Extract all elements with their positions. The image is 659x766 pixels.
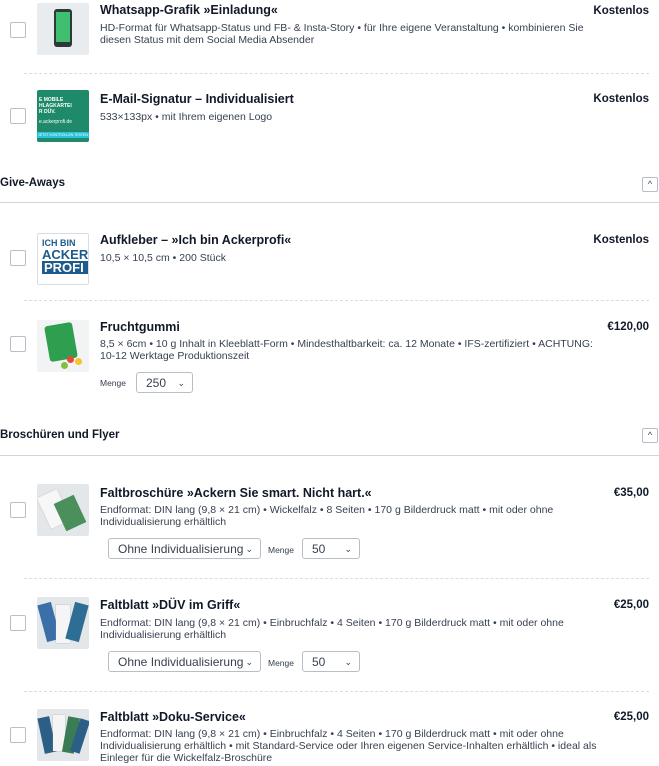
select-checkbox[interactable] — [10, 108, 26, 124]
thumb-text: PROFI — [42, 261, 88, 274]
product-thumbnail: E MOBILE HLAGKARTEI R DÜV. e.ackerprofi.… — [37, 90, 89, 142]
thumb-text: e.ackerprofi.de — [39, 119, 73, 125]
quantity-label: Menge — [268, 545, 294, 555]
chevron-down-icon: ⌄ — [344, 657, 352, 667]
chevron-down-icon: ⌄ — [245, 657, 253, 667]
product-description: Endformat: DIN lang (9,8 × 21 cm) • Einb… — [100, 728, 597, 764]
quantity-label: Menge — [268, 658, 294, 668]
section-title-give-aways: Give-Aways — [0, 177, 65, 189]
quantity-label: Menge — [100, 378, 126, 388]
product-description: 533×133px • mit Ihrem eigenen Logo — [100, 111, 273, 123]
select-checkbox[interactable] — [10, 336, 26, 352]
select-checkbox[interactable] — [10, 502, 26, 518]
quantity-select[interactable]: 50 ⌄ — [302, 538, 360, 559]
chevron-down-icon: ⌄ — [344, 544, 352, 554]
quantity-select[interactable]: 50 ⌄ — [302, 651, 360, 672]
product-title: Faltblatt »Doku-Service« — [100, 710, 246, 724]
product-price: Kostenlos — [593, 234, 649, 246]
thumb-banner: JETZT KONTROLLEN TESTEN — [37, 132, 89, 138]
product-price: Kostenlos — [593, 93, 649, 105]
product-description: Endformat: DIN lang (9,8 × 21 cm) • Einb… — [100, 617, 564, 641]
product-description: 8,5 × 6cm • 10 g Inhalt in Kleeblatt-For… — [100, 338, 593, 362]
item-divider — [24, 73, 649, 74]
product-thumbnail — [37, 597, 89, 649]
collapse-icon[interactable]: ^ — [642, 428, 658, 443]
thumb-text: R DÜV. — [39, 109, 56, 115]
quantity-value: 50 — [312, 655, 326, 669]
select-checkbox[interactable] — [10, 250, 26, 266]
product-title: Whatsapp-Grafik »Einladung« — [100, 3, 278, 17]
product-title: Faltblatt »DÜV im Griff« — [100, 598, 241, 612]
select-checkbox[interactable] — [10, 22, 26, 38]
individualisierung-select[interactable]: Ohne Individualisierung ⌄ — [108, 651, 261, 672]
product-title: Fruchtgummi — [100, 320, 180, 334]
product-thumbnail — [37, 709, 89, 761]
quantity-value: 50 — [312, 542, 326, 556]
phone-image — [54, 9, 72, 47]
quantity-value: 250 — [146, 376, 167, 390]
quantity-select[interactable]: 250 ⌄ — [136, 372, 193, 393]
product-thumbnail — [37, 320, 89, 372]
product-thumbnail — [37, 3, 89, 55]
product-price: €35,00 — [613, 487, 649, 499]
select-checkbox[interactable] — [10, 727, 26, 743]
section-divider — [0, 202, 659, 203]
product-description: HD-Format für Whatsapp-Status und FB- & … — [100, 22, 584, 46]
product-title: Aufkleber – »Ich bin Ackerprofi« — [100, 233, 292, 247]
product-price: €25,00 — [613, 599, 649, 611]
product-thumbnail: ICH BIN ACKER PROFI — [37, 233, 89, 285]
option-value: Ohne Individualisierung — [118, 655, 244, 669]
chevron-down-icon: ⌄ — [177, 378, 185, 388]
individualisierung-select[interactable]: Ohne Individualisierung ⌄ — [108, 538, 261, 559]
option-value: Ohne Individualisierung — [118, 542, 244, 556]
product-thumbnail — [37, 484, 89, 536]
product-title: Faltbroschüre »Ackern Sie smart. Nicht h… — [100, 486, 372, 500]
product-description: 10,5 × 10,5 cm • 200 Stück — [100, 252, 226, 264]
chevron-down-icon: ⌄ — [245, 544, 253, 554]
product-price: €25,00 — [613, 711, 649, 723]
product-price: Kostenlos — [593, 5, 649, 17]
product-title: E-Mail-Signatur – Individualisiert — [100, 92, 294, 106]
item-divider — [24, 578, 649, 579]
product-description: Endformat: DIN lang (9,8 × 21 cm) • Wick… — [100, 504, 554, 528]
product-price: €120,00 — [607, 321, 649, 333]
collapse-icon[interactable]: ^ — [642, 177, 658, 192]
item-divider — [24, 691, 649, 692]
select-checkbox[interactable] — [10, 615, 26, 631]
item-divider — [24, 300, 649, 301]
section-title-broschueren: Broschüren und Flyer — [0, 429, 120, 441]
section-divider — [0, 455, 659, 456]
